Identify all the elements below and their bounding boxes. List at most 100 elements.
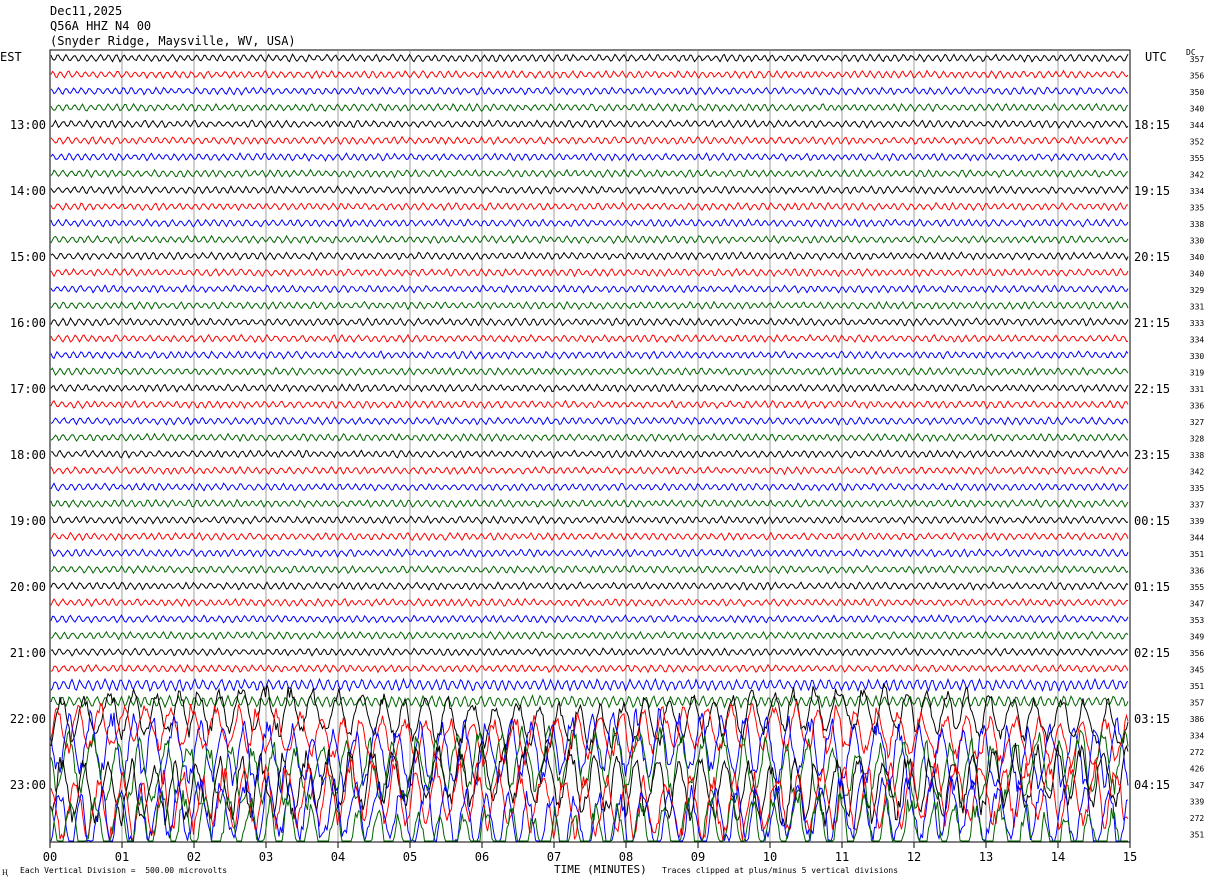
trace-line (50, 482, 1129, 492)
dc-offset-label: 339 (1190, 798, 1205, 807)
trace-line (50, 102, 1129, 113)
dc-offset-label: 342 (1190, 171, 1205, 180)
x-tick-label: 15 (1123, 850, 1137, 864)
trace-line (50, 383, 1129, 393)
trace-line (50, 581, 1129, 591)
trace-line (50, 366, 1129, 377)
trace-line (50, 677, 1129, 693)
dc-offset-label: 351 (1190, 831, 1205, 840)
dc-offset-label: 347 (1190, 781, 1205, 790)
x-tick-label: 00 (43, 850, 57, 864)
trace-line (50, 251, 1129, 261)
x-tick-label: 12 (907, 850, 921, 864)
trace-line (50, 531, 1129, 542)
trace-line (50, 647, 1129, 657)
trace-line (50, 630, 1129, 641)
right-hour-label: 23:15 (1134, 448, 1170, 462)
dc-offset-label: 335 (1190, 484, 1205, 493)
x-tick-label: 03 (259, 850, 273, 864)
dc-offset-label: 272 (1190, 748, 1205, 757)
scale-glyph: Ⱨ (2, 868, 8, 877)
dc-offset-label: 350 (1190, 88, 1205, 97)
dc-offset-label: 340 (1190, 270, 1205, 279)
dc-offset-label: 337 (1190, 501, 1205, 510)
right-hour-label: 22:15 (1134, 382, 1170, 396)
dc-offset-label: 334 (1190, 187, 1205, 196)
dc-offset-label: 342 (1190, 468, 1205, 477)
left-hour-label: 13:00 (10, 118, 46, 132)
vertical-division-note: Each Vertical Division = 500.00 microvol… (20, 866, 228, 875)
dc-offset-label: 339 (1190, 517, 1205, 526)
left-hour-label: 20:00 (10, 580, 46, 594)
left-hour-label: 23:00 (10, 778, 46, 792)
dc-offset-label: 331 (1190, 303, 1205, 312)
x-axis-title: TIME (MINUTES) (554, 863, 647, 876)
right-hour-label: 20:15 (1134, 250, 1170, 264)
trace-line (50, 201, 1129, 212)
left-hour-label: 22:00 (10, 712, 46, 726)
dc-offset-label: 330 (1190, 352, 1205, 361)
dc-offset-label: 336 (1190, 567, 1205, 576)
right-hour-label: 21:15 (1134, 316, 1170, 330)
trace-line (50, 465, 1129, 476)
trace-line (50, 86, 1129, 96)
clip-note: Traces clipped at plus/minus 5 vertical … (662, 866, 899, 875)
left-hour-label: 18:00 (10, 448, 46, 462)
dc-offset-label: 353 (1190, 616, 1205, 625)
dc-offset-label: 331 (1190, 385, 1205, 394)
trace-line (50, 300, 1129, 311)
dc-offset-label: 349 (1190, 633, 1205, 642)
dc-offset-label: 355 (1190, 583, 1205, 592)
trace-line (50, 663, 1129, 674)
x-tick-label: 06 (475, 850, 489, 864)
left-hour-label: 21:00 (10, 646, 46, 660)
x-tick-label: 14 (1051, 850, 1065, 864)
trace-line (50, 69, 1129, 80)
x-tick-label: 08 (619, 850, 633, 864)
dc-offset-label: 330 (1190, 237, 1205, 246)
trace-line (50, 614, 1129, 624)
dc-offset-label: 336 (1190, 402, 1205, 411)
dc-offset-label: 344 (1190, 534, 1205, 543)
dc-offset-label: 352 (1190, 138, 1205, 147)
dc-offset-label: 426 (1190, 765, 1205, 774)
trace-line (50, 152, 1129, 162)
trace-line (50, 399, 1129, 410)
trace-line (50, 333, 1129, 344)
dc-offset-label: 345 (1190, 666, 1205, 675)
dc-offset-label: 333 (1190, 319, 1205, 328)
trace-line (51, 119, 1129, 129)
dc-offset-label: 356 (1190, 649, 1205, 658)
right-hour-label: 03:15 (1134, 712, 1170, 726)
dc-offset-label: 328 (1190, 435, 1205, 444)
x-tick-label: 10 (763, 850, 777, 864)
trace-line (51, 449, 1129, 459)
trace-line (50, 693, 1129, 710)
trace-line (50, 218, 1129, 228)
dc-offset-label: 272 (1190, 814, 1205, 823)
x-tick-label: 01 (115, 850, 129, 864)
dc-offset-label: 338 (1190, 451, 1205, 460)
x-tick-label: 11 (835, 850, 849, 864)
dc-offset-label: 357 (1190, 55, 1205, 64)
x-tick-label: 04 (331, 850, 345, 864)
left-hour-label: 19:00 (10, 514, 46, 528)
x-tick-label: 09 (691, 850, 705, 864)
dc-offset-label: 335 (1190, 204, 1205, 213)
left-hour-label: 16:00 (10, 316, 46, 330)
left-hour-label: 15:00 (10, 250, 46, 264)
trace-line (50, 267, 1129, 278)
dc-offset-label: 340 (1190, 105, 1205, 114)
trace-line (50, 498, 1129, 509)
x-tick-label: 13 (979, 850, 993, 864)
trace-line (50, 135, 1129, 146)
trace-line (50, 185, 1129, 195)
trace-line (50, 234, 1129, 245)
right-hour-label: 04:15 (1134, 778, 1170, 792)
dc-offset-label: 327 (1190, 418, 1205, 427)
x-tick-label: 05 (403, 850, 417, 864)
trace-line (50, 317, 1129, 327)
dc-offset-label: 329 (1190, 286, 1205, 295)
dc-offset-label: 386 (1190, 715, 1205, 724)
trace-line (50, 432, 1129, 443)
